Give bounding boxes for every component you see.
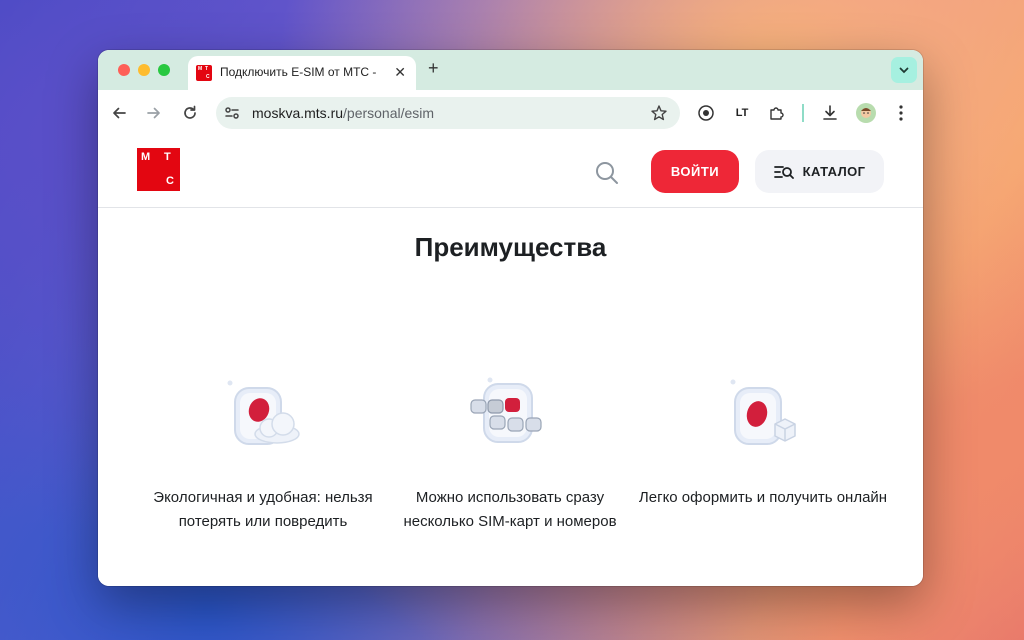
- languagetool-label: LT: [735, 107, 749, 119]
- logo-letter: М: [141, 151, 151, 163]
- reload-button[interactable]: [179, 102, 201, 124]
- login-button[interactable]: ВОЙТИ: [651, 150, 739, 193]
- browser-window: М Т С Подключить E-SIM от МТС - ✕ + mosk…: [98, 50, 923, 586]
- logo-letter: С: [166, 175, 174, 187]
- url-host: moskva.mts.ru: [252, 105, 344, 121]
- site-search-button[interactable]: [594, 160, 620, 191]
- section-title: Преимущества: [414, 232, 607, 262]
- esim-cube-icon: [713, 366, 813, 466]
- search-icon: [596, 162, 618, 184]
- forward-button[interactable]: [143, 102, 165, 124]
- logo-letter: Т: [164, 151, 171, 163]
- favicon-letter: С: [206, 74, 210, 80]
- languagetool-extension-icon[interactable]: LT: [731, 102, 753, 124]
- reload-icon: [184, 105, 196, 119]
- url-path: /personal/esim: [343, 105, 435, 121]
- extensions-puzzle-icon[interactable]: [766, 102, 788, 124]
- browser-menu-icon[interactable]: [890, 102, 912, 124]
- active-tab[interactable]: М Т С Подключить E-SIM от МТС - ✕: [188, 56, 416, 90]
- tab-title: Подключить E-SIM от МТС -: [220, 65, 377, 79]
- catalog-button[interactable]: КАТАЛОГ: [755, 150, 884, 193]
- profile-avatar[interactable]: [855, 102, 877, 124]
- downloads-icon[interactable]: [819, 102, 841, 124]
- advantage-text: Легко оформить и получить онлайн: [638, 489, 888, 506]
- favicon-letter: Т: [205, 66, 209, 72]
- favicon-letter: М: [198, 66, 203, 72]
- tab-strip: М Т С Подключить E-SIM от МТС - ✕ +: [98, 50, 923, 90]
- minimize-window-button[interactable]: [138, 64, 150, 76]
- advantage-text: Экологичная и удобная: нельзя потерять и…: [153, 489, 373, 530]
- close-window-button[interactable]: [118, 64, 130, 76]
- tab-search-button[interactable]: [891, 57, 917, 83]
- site-header: М Т С ВОЙТИ КАТАЛОГ: [98, 136, 923, 208]
- tab-close-icon[interactable]: ✕: [394, 64, 406, 81]
- address-bar[interactable]: moskva.mts.ru/personal/esim: [216, 97, 680, 129]
- arrow-left-icon: [113, 107, 126, 119]
- mts-logo[interactable]: М Т С: [137, 148, 180, 191]
- avatar-icon: [856, 103, 876, 123]
- site-info-icon[interactable]: [224, 105, 240, 126]
- new-tab-button[interactable]: +: [428, 58, 439, 79]
- catalog-search-icon: [773, 165, 794, 179]
- bookmark-star-icon[interactable]: [650, 104, 668, 127]
- back-button[interactable]: [108, 102, 130, 124]
- esim-cloud-icon: [213, 366, 313, 466]
- extension-at-icon[interactable]: [695, 102, 717, 124]
- advantage-text: Можно использовать сразу несколько SIM-к…: [403, 489, 617, 530]
- mts-favicon-icon: М Т С: [196, 65, 212, 81]
- browser-toolbar: moskva.mts.ru/personal/esim LT: [98, 90, 923, 137]
- zoom-window-button[interactable]: [158, 64, 170, 76]
- toolbar-divider: [802, 104, 804, 122]
- catalog-label: КАТАЛОГ: [802, 164, 866, 179]
- chevron-down-icon: [899, 67, 909, 74]
- arrow-right-icon: [147, 107, 160, 119]
- page-content: М Т С ВОЙТИ КАТАЛОГ Преимущества Экологи…: [98, 136, 923, 586]
- url-text: moskva.mts.ru/personal/esim: [252, 105, 434, 121]
- esim-multiple-sims-icon: [460, 366, 560, 466]
